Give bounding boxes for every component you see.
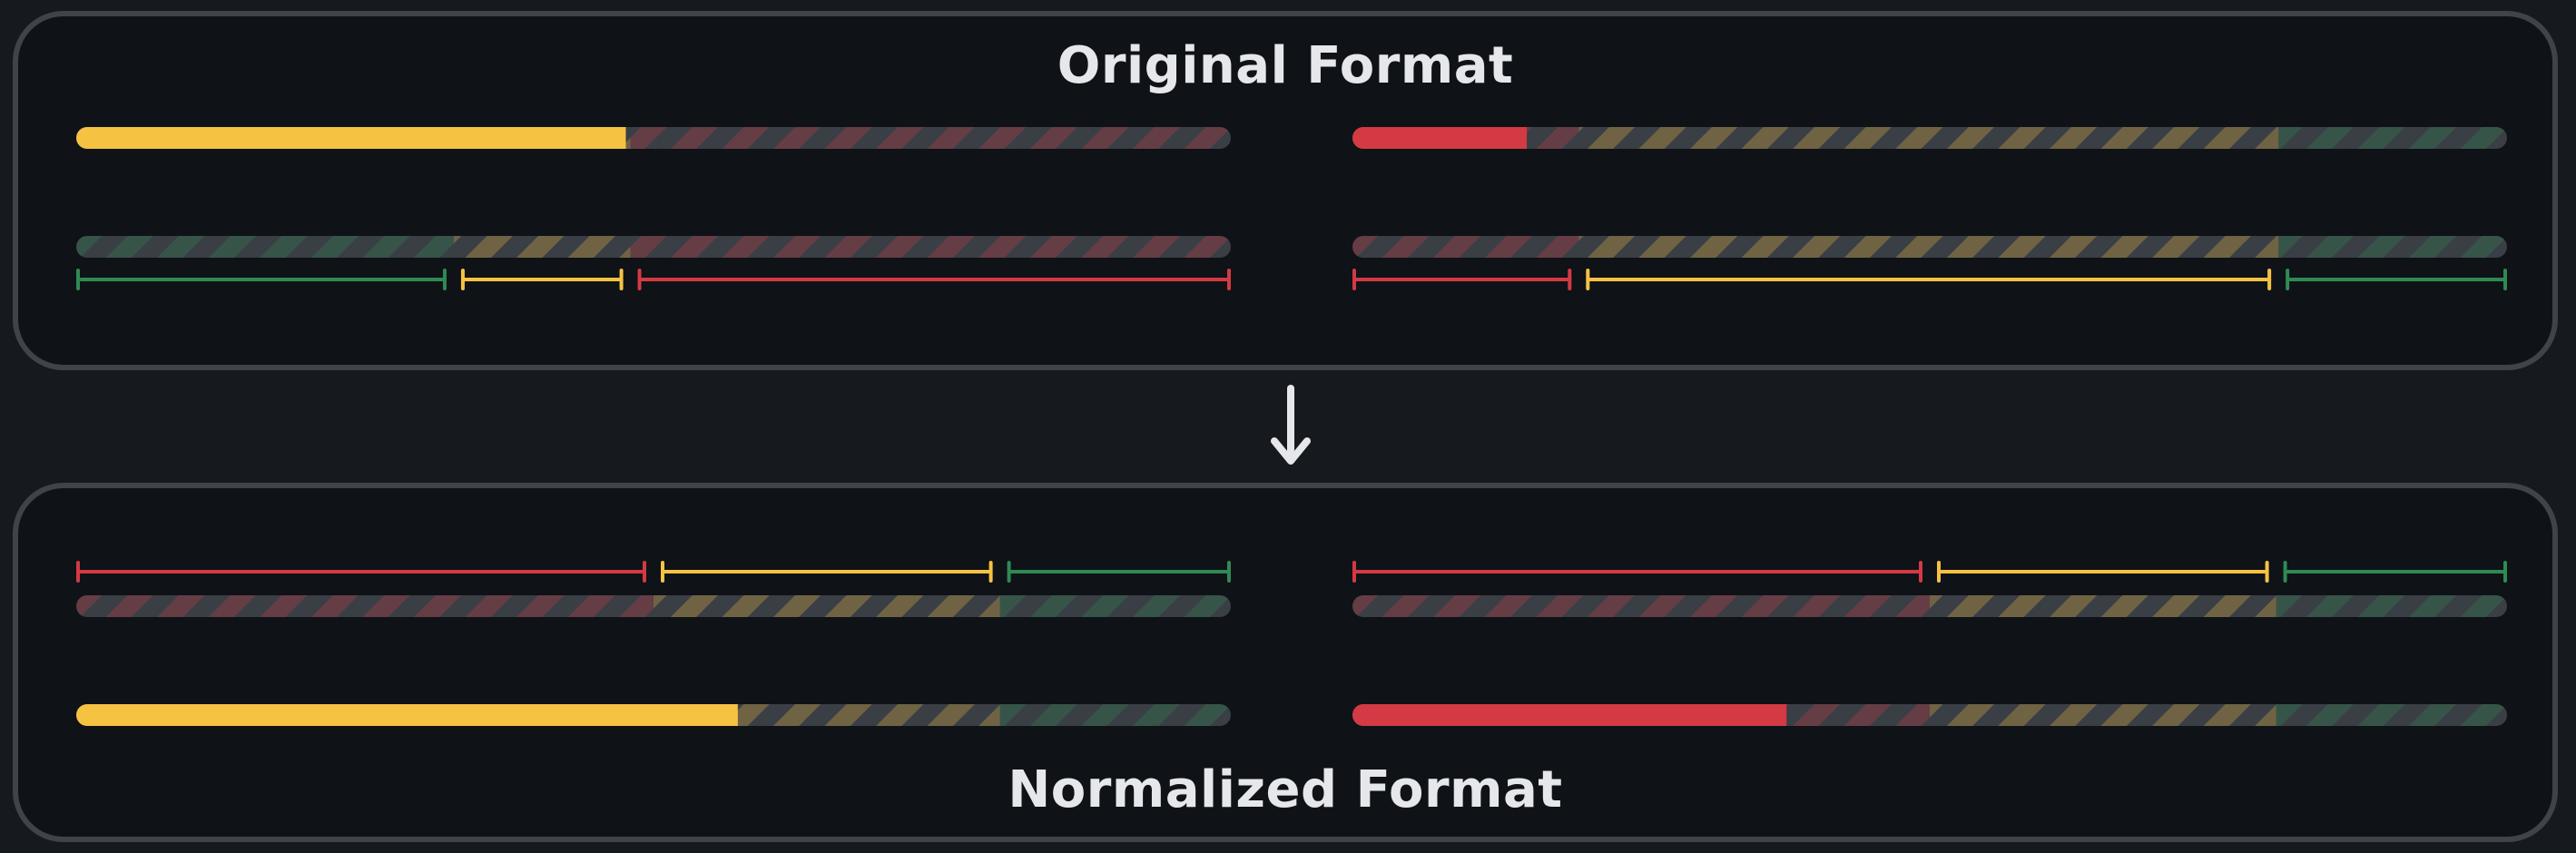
hatched-track	[76, 236, 1231, 258]
track-zone-yellow	[453, 236, 632, 258]
track-zone-red	[76, 595, 654, 617]
progress-fill-red	[1352, 704, 1787, 726]
track-zone-red	[1352, 236, 1579, 258]
range-bracket-red	[76, 561, 646, 583]
track-zone-green	[2278, 236, 2507, 258]
track-zone-green	[2278, 127, 2507, 149]
hatched-track	[1352, 595, 2507, 617]
progress-fill-yellow	[76, 704, 738, 726]
range-bracket-yellow	[661, 561, 993, 583]
track-zone-green	[999, 595, 1231, 617]
normalized-left-bars	[76, 555, 1231, 737]
normalized-right-bars	[1352, 555, 2507, 737]
range-bracket-red	[637, 269, 1231, 290]
progress-fill-red	[1352, 127, 1528, 149]
range-bracket-yellow	[460, 269, 624, 290]
track-zone-green	[2276, 595, 2507, 617]
track-zone-yellow	[654, 595, 1001, 617]
progress-fill-yellow	[76, 127, 626, 149]
range-bracket-green	[2283, 561, 2507, 583]
track-zone-red	[1352, 595, 1931, 617]
original-right-bars	[1352, 118, 2507, 299]
range-bracket-green	[76, 269, 447, 290]
track-zone-green	[999, 704, 1231, 726]
track-zone-yellow	[1578, 236, 2279, 258]
original-format-title: Original Format	[1057, 36, 1514, 95]
range-bracket-yellow	[1937, 561, 2269, 583]
hatched-track	[1352, 236, 2507, 258]
original-left-bars	[76, 118, 1231, 299]
hatched-track	[76, 595, 1231, 617]
range-bracket-green	[2286, 269, 2507, 290]
track-zone-green	[2276, 704, 2507, 726]
track-zone-green	[76, 236, 455, 258]
down-arrow-icon	[1267, 385, 1314, 468]
range-bracket-yellow	[1586, 269, 2272, 290]
range-bracket-green	[1007, 561, 1231, 583]
track-zone-yellow	[1930, 704, 2277, 726]
track-zone-red	[630, 236, 1231, 258]
track-zone-yellow	[1930, 595, 2277, 617]
normalized-format-title: Normalized Format	[1008, 760, 1563, 819]
track-zone-yellow	[1578, 127, 2279, 149]
range-bracket-red	[1352, 561, 1922, 583]
track-zone-red	[630, 127, 1231, 149]
range-bracket-red	[1352, 269, 1572, 290]
